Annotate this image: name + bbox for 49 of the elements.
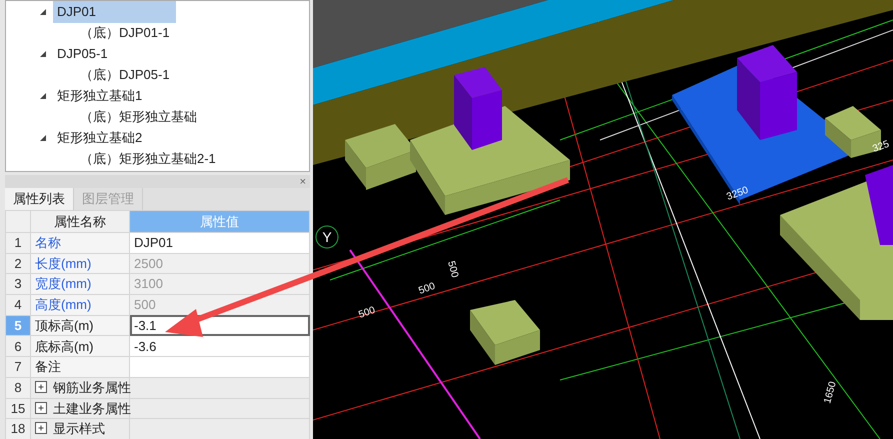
row-number: 6 bbox=[6, 336, 30, 357]
property-name: 名称 bbox=[30, 232, 130, 254]
row-number: 3 bbox=[6, 274, 30, 295]
column-header: 属性值 bbox=[130, 210, 310, 232]
group-label: 显示样式 bbox=[53, 421, 105, 436]
dimension-label: 325 bbox=[871, 138, 891, 155]
row-number: 5 bbox=[6, 315, 30, 336]
expanded-triangle-icon[interactable] bbox=[39, 92, 47, 100]
expand-button[interactable] bbox=[35, 380, 47, 393]
row-number: 7 bbox=[6, 356, 30, 378]
row-number: 1 bbox=[6, 232, 30, 254]
tree-item[interactable]: DJP05-1 bbox=[53, 42, 112, 64]
property-value: 2500 bbox=[130, 253, 310, 274]
property-name: 长度(mm) bbox=[30, 253, 130, 274]
tree-item[interactable]: DJP01 bbox=[53, 1, 176, 22]
property-value: DJP01 bbox=[130, 232, 310, 254]
row-number: 2 bbox=[6, 253, 30, 274]
tree-item[interactable]: （底）DJP01-1 bbox=[76, 22, 174, 44]
expanded-triangle-icon[interactable] bbox=[39, 134, 47, 142]
row-number: 4 bbox=[6, 294, 30, 316]
close-button[interactable]: × bbox=[296, 175, 310, 188]
tree-item[interactable]: 矩形独立基础1 bbox=[53, 84, 146, 106]
property-name: 顶标高(m) bbox=[30, 315, 130, 336]
property-value: -3.6 bbox=[130, 336, 310, 357]
tree-item[interactable]: （底）矩形独立基础2-1 bbox=[76, 148, 220, 170]
row-number: 15 bbox=[6, 398, 30, 419]
dimension-label: 3250 bbox=[725, 184, 750, 203]
property-name: 宽度(mm) bbox=[30, 274, 130, 295]
dimension-label: 500 bbox=[417, 280, 437, 297]
tree-item[interactable]: 矩形独立基础2 bbox=[53, 126, 146, 148]
axis-marker: Y bbox=[316, 226, 338, 248]
expanded-triangle-icon[interactable] bbox=[39, 8, 47, 16]
expand-button[interactable] bbox=[35, 402, 47, 414]
dimension-label: 500 bbox=[445, 260, 460, 279]
expand-button[interactable] bbox=[35, 422, 47, 434]
column-header: 属性名称 bbox=[30, 210, 130, 232]
tree-item[interactable]: （底）DJP05-1 bbox=[76, 64, 174, 86]
property-name: 备注 bbox=[30, 356, 130, 378]
tab[interactable]: 属性列表 bbox=[5, 188, 74, 210]
row-number: 8 bbox=[6, 377, 30, 398]
property-name: 底标高(m) bbox=[30, 336, 130, 357]
dimension-label: 1650 bbox=[822, 380, 839, 405]
row-number: 18 bbox=[6, 418, 30, 439]
tree-item[interactable]: （底）矩形独立基础 bbox=[76, 106, 201, 128]
group-label: 钢筋业务属性 bbox=[53, 380, 131, 395]
property-name: 高度(mm) bbox=[30, 294, 130, 316]
group-label: 土建业务属性 bbox=[53, 400, 131, 416]
dimension-label: 500 bbox=[357, 304, 377, 321]
expanded-triangle-icon[interactable] bbox=[39, 50, 47, 58]
